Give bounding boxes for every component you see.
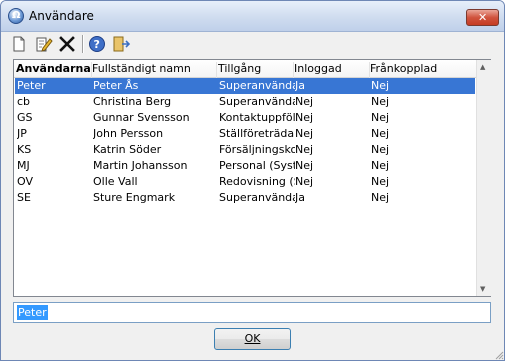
cell-fullname: Peter Ås: [93, 79, 139, 92]
exit-icon[interactable]: [111, 34, 131, 54]
header-logged-in[interactable]: Inloggad: [294, 62, 368, 75]
users-dialog: Ω Användare ✕ ? Användarnamn Fullständig…: [0, 0, 505, 361]
header-disconnected[interactable]: Frånkopplad: [370, 62, 460, 75]
cell-access: Ställföreträdande: [219, 127, 295, 140]
cell-fullname: Katrin Söder: [93, 143, 162, 156]
cell-fullname: Christina Berg: [93, 95, 172, 108]
close-icon: ✕: [478, 11, 488, 24]
username-field[interactable]: Peter: [13, 302, 491, 323]
ok-button[interactable]: OK: [214, 328, 291, 350]
cell-access: Försäljningskonsult: [219, 143, 295, 156]
cell-logged-in: Nej: [295, 111, 314, 124]
cell-logged-in: Ja: [295, 79, 305, 92]
cell-fullname: Gunnar Svensson: [93, 111, 190, 124]
edit-icon[interactable]: [33, 34, 53, 54]
list-header: Användarnamn Fullständigt namn Tillgång …: [14, 60, 476, 78]
table-row[interactable]: Peter Peter Ås Superanvändare Ja Nej: [15, 78, 475, 94]
cell-username: OV: [17, 175, 33, 188]
scroll-down-icon[interactable]: ▼: [480, 285, 488, 293]
app-icon: Ω: [8, 8, 24, 24]
scroll-up-icon[interactable]: ▲: [480, 63, 488, 71]
toolbar-separator: [82, 35, 84, 53]
cell-access: Kontaktuppföljning: [219, 111, 295, 124]
header-username[interactable]: Användarnamn: [16, 62, 90, 75]
cell-disconnected: Nej: [371, 127, 390, 140]
close-button[interactable]: ✕: [466, 9, 499, 26]
cell-disconnected: Nej: [371, 175, 390, 188]
svg-text:?: ?: [94, 38, 100, 51]
users-list[interactable]: Användarnamn Fullständigt namn Tillgång …: [13, 59, 491, 297]
table-row[interactable]: OV Olle Vall Redovisning (System) Nej Ne…: [15, 174, 475, 190]
cell-access: Personal (System): [219, 159, 295, 172]
cell-disconnected: Nej: [371, 95, 390, 108]
ok-label: OK: [244, 332, 261, 345]
table-row[interactable]: MJ Martin Johansson Personal (System) Ne…: [15, 158, 475, 174]
title-bar[interactable]: Ω Användare ✕: [1, 1, 504, 32]
cell-username: GS: [17, 111, 33, 124]
cell-disconnected: Nej: [371, 111, 390, 124]
cell-access: Superanvändare: [219, 191, 295, 204]
cell-fullname: Martin Johansson: [93, 159, 188, 172]
cell-fullname: Sture Engmark: [93, 191, 176, 204]
toolbar: ?: [7, 32, 207, 56]
cell-logged-in: Nej: [295, 95, 314, 108]
cell-access: Superanvändare: [219, 79, 295, 92]
cell-access: Superanvändare: [219, 95, 295, 108]
cell-logged-in: Nej: [295, 127, 314, 140]
cell-disconnected: Nej: [371, 143, 390, 156]
table-row[interactable]: KS Katrin Söder Försäljningskonsult Nej …: [15, 142, 475, 158]
help-icon[interactable]: ?: [87, 34, 107, 54]
new-document-icon[interactable]: [9, 34, 29, 54]
header-access[interactable]: Tillgång: [218, 62, 292, 75]
cell-fullname: Olle Vall: [93, 175, 138, 188]
table-row[interactable]: SE Sture Engmark Superanvändare Ja Nej: [15, 190, 475, 206]
cell-username: MJ: [17, 159, 30, 172]
header-fullname[interactable]: Fullständigt namn: [92, 62, 216, 75]
cell-username: SE: [17, 191, 31, 204]
cell-username: Peter: [17, 79, 46, 92]
table-row[interactable]: GS Gunnar Svensson Kontaktuppföljning Ne…: [15, 110, 475, 126]
cell-disconnected: Nej: [371, 79, 390, 92]
vertical-scrollbar[interactable]: ▲ ▼: [476, 60, 491, 296]
cell-username: JP: [17, 127, 27, 140]
table-row[interactable]: JP John Persson Ställföreträdande Nej Ne…: [15, 126, 475, 142]
cell-disconnected: Nej: [371, 191, 390, 204]
cell-logged-in: Nej: [295, 159, 314, 172]
cell-logged-in: Nej: [295, 143, 314, 156]
cell-logged-in: Nej: [295, 175, 314, 188]
cell-username: cb: [17, 95, 31, 108]
cell-disconnected: Nej: [371, 159, 390, 172]
cell-access: Redovisning (System): [219, 175, 295, 188]
cell-logged-in: Ja: [295, 191, 305, 204]
username-field-value[interactable]: Peter: [17, 305, 48, 320]
delete-icon[interactable]: [57, 34, 77, 54]
table-row[interactable]: cb Christina Berg Superanvändare Nej Nej: [15, 94, 475, 110]
cell-fullname: John Persson: [93, 127, 164, 140]
resize-grip-icon[interactable]: [494, 350, 504, 360]
cell-username: KS: [17, 143, 32, 156]
window-title: Användare: [29, 9, 94, 23]
